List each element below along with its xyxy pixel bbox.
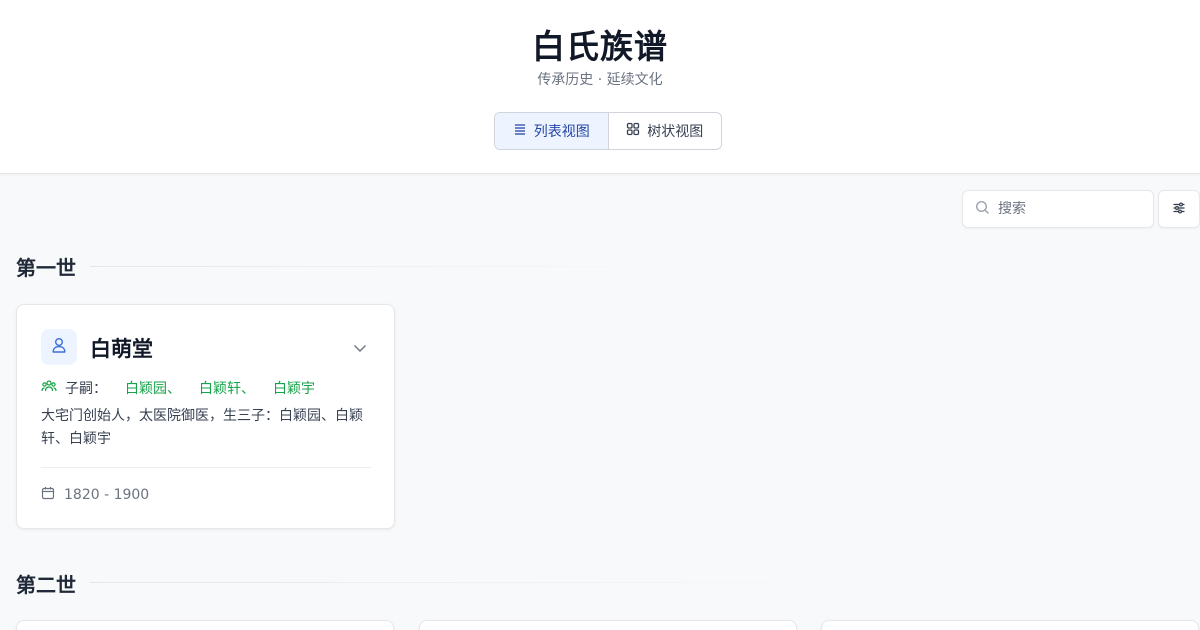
member-card[interactable] xyxy=(419,620,797,630)
generation-heading: 第二世 xyxy=(16,573,76,597)
member-card[interactable] xyxy=(821,620,1199,630)
page-subtitle: 传承历史 · 延续文化 xyxy=(537,72,663,88)
member-card[interactable] xyxy=(16,620,394,630)
member-card[interactable]: 白萌堂 子嗣： 白颖园 、 白颖轩 、 白颖宇 大宅门创始人，太医院御医，生三子… xyxy=(16,304,395,529)
page-title: 白氏族谱 xyxy=(532,27,668,66)
avatar xyxy=(41,329,77,365)
generation-divider xyxy=(90,582,870,583)
card-divider xyxy=(41,467,371,468)
list-view-button[interactable]: 列表视图 xyxy=(495,113,609,149)
heir-separator: 、 xyxy=(241,381,255,397)
user-icon xyxy=(50,336,68,358)
generation-divider xyxy=(90,266,690,267)
member-description: 大宅门创始人，太医院御医，生三子：白颖园、白颖轩、白颖宇 xyxy=(41,408,363,447)
generation-heading: 第一世 xyxy=(16,256,76,280)
page-header: 白氏族谱 传承历史 · 延续文化 列表视图 树状视图 xyxy=(0,0,1200,174)
heir-link[interactable]: 白颖轩 xyxy=(199,378,241,398)
grid-icon xyxy=(626,122,640,140)
view-toggle: 列表视图 树状视图 xyxy=(494,112,722,150)
member-name: 白萌堂 xyxy=(90,337,153,361)
member-dates: 1820 - 1900 xyxy=(41,486,149,504)
search-input[interactable] xyxy=(998,201,1138,217)
filter-icon xyxy=(1172,200,1186,219)
tree-view-button[interactable]: 树状视图 xyxy=(609,113,722,149)
heir-link[interactable]: 白颖宇 xyxy=(273,378,315,398)
heirs-row: 子嗣： 白颖园 、 白颖轩 、 白颖宇 xyxy=(41,378,315,398)
chevron-down-icon[interactable] xyxy=(351,339,369,357)
member-dates-text: 1820 - 1900 xyxy=(64,487,150,503)
search-icon xyxy=(975,200,990,219)
heir-link[interactable]: 白颖园 xyxy=(125,378,167,398)
heirs-label: 子嗣： xyxy=(65,381,107,397)
filter-button[interactable] xyxy=(1158,190,1200,228)
list-icon xyxy=(513,122,527,140)
list-view-label: 列表视图 xyxy=(533,124,590,140)
calendar-icon xyxy=(41,486,55,504)
heir-separator: 、 xyxy=(167,381,181,397)
family-icon xyxy=(41,379,57,397)
search-box xyxy=(962,190,1154,228)
tree-view-label: 树状视图 xyxy=(647,124,704,140)
